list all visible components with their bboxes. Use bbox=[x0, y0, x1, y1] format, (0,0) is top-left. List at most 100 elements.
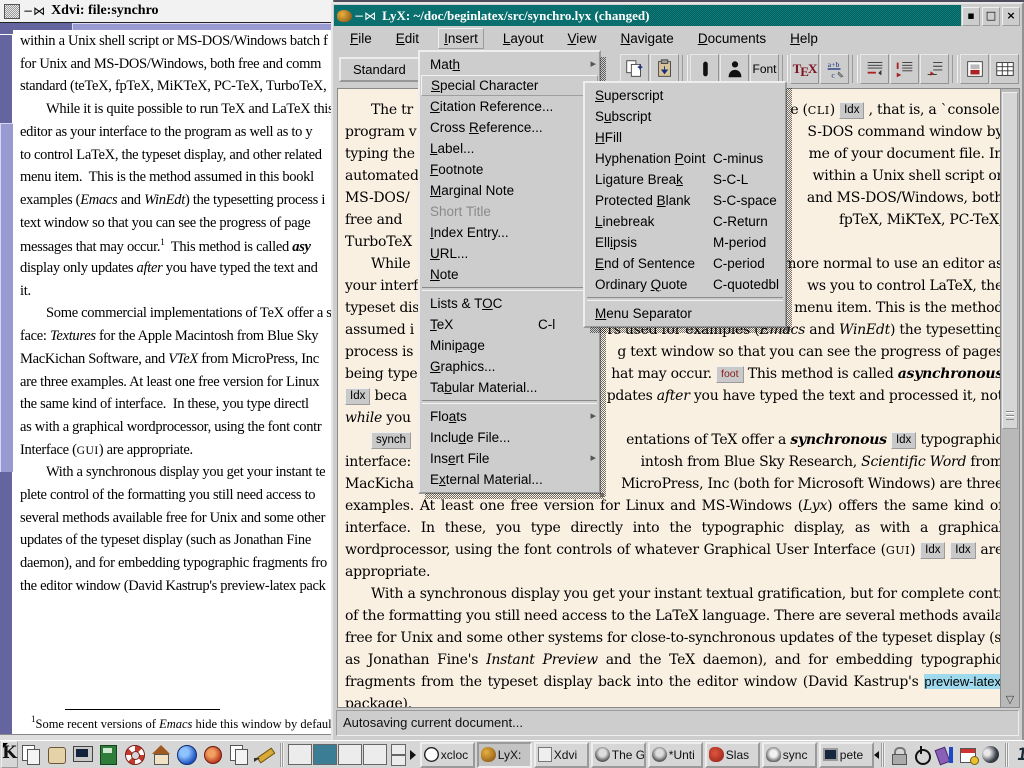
digital-clock[interactable]: 12:31 bbox=[1015, 745, 1024, 765]
display-icon[interactable] bbox=[71, 743, 95, 767]
task-button-slas[interactable]: Slas bbox=[705, 742, 760, 768]
task-button-unti[interactable]: *Unti bbox=[648, 742, 703, 768]
menu-item-ordinary-quote[interactable]: Ordinary QuoteC-quotedbl bbox=[585, 274, 785, 295]
menu-item-index-entry[interactable]: Index Entry... bbox=[420, 222, 599, 243]
pager-desktop-1[interactable] bbox=[288, 744, 312, 765]
pager-mini-cell[interactable] bbox=[391, 755, 406, 766]
inset-button-idx[interactable]: Idx bbox=[950, 542, 975, 559]
menubar-layout[interactable]: Layout bbox=[498, 29, 549, 48]
noun-icon[interactable] bbox=[720, 54, 749, 84]
task-scroll-left-arrow[interactable] bbox=[874, 744, 879, 766]
math-icon[interactable]: a+bc bbox=[820, 54, 849, 84]
menu-item-protected-blank[interactable]: Protected BlankS-C-space bbox=[585, 190, 785, 211]
gears-icon[interactable] bbox=[201, 743, 225, 767]
window-list-icon[interactable] bbox=[19, 743, 43, 767]
menu-item-math[interactable]: Math▸ bbox=[420, 54, 599, 75]
task-button-pete[interactable]: pete bbox=[819, 742, 874, 768]
menu-item-ligature-break[interactable]: Ligature BreakS-C-L bbox=[585, 169, 785, 190]
inset-button-idx[interactable]: Idx bbox=[345, 388, 370, 405]
layout-selector[interactable]: Standard bbox=[339, 57, 423, 82]
task-button-lyx[interactable]: LyX: bbox=[477, 742, 532, 768]
documents-icon[interactable] bbox=[227, 743, 251, 767]
menubar-view[interactable]: View bbox=[562, 29, 601, 48]
menubar-help[interactable]: Help bbox=[785, 29, 823, 48]
menu-item-subscript[interactable]: Subscript bbox=[585, 106, 785, 127]
pen-icon[interactable] bbox=[253, 743, 277, 767]
menu-item-hfill[interactable]: HFill bbox=[585, 127, 785, 148]
paste-icon[interactable] bbox=[650, 54, 679, 84]
menubar-edit[interactable]: Edit bbox=[391, 29, 424, 48]
menu-item-cross-reference[interactable]: Cross Reference... bbox=[420, 117, 599, 138]
xdvi-window-menu-icon[interactable]: −⋈ bbox=[23, 4, 45, 18]
emph-icon[interactable] bbox=[690, 54, 719, 84]
moon-icon[interactable] bbox=[981, 745, 1001, 765]
home-icon[interactable] bbox=[149, 743, 173, 767]
menu-item-tex[interactable]: TeXC-l bbox=[420, 314, 599, 335]
menu-item-linebreak[interactable]: LinebreakC-Return bbox=[585, 211, 785, 232]
help-icon[interactable] bbox=[123, 743, 147, 767]
menubar-navigate[interactable]: Navigate bbox=[615, 29, 678, 48]
task-button-xdvi[interactable]: Xdvi bbox=[534, 742, 589, 768]
depth-icon[interactable] bbox=[920, 54, 949, 84]
k-menu-button[interactable]: K bbox=[1, 741, 18, 768]
inset-button-synch[interactable]: synch bbox=[371, 432, 411, 449]
menubar-file[interactable]: File bbox=[345, 29, 377, 48]
pager-mini-cell[interactable] bbox=[391, 744, 406, 755]
menu-item-footnote[interactable]: Footnote bbox=[420, 159, 599, 180]
task-button-sync[interactable]: sync bbox=[762, 742, 817, 768]
scroll-down-icon[interactable]: ▽ bbox=[1001, 693, 1019, 706]
lyx-titlebar-caption[interactable]: −⋈ LyX: ~/doc/beginlatex/src/synchro.lyx… bbox=[334, 5, 961, 26]
xdvi-vertical-scrollbar-thumb[interactable] bbox=[0, 123, 13, 472]
menu-item-label[interactable]: Label... bbox=[420, 138, 599, 159]
menu-item-citation-reference[interactable]: Citation Reference... bbox=[420, 96, 599, 117]
task-button-xcloc[interactable]: xcloc bbox=[420, 742, 475, 768]
menu-item-marginal-note[interactable]: Marginal Note bbox=[420, 180, 599, 201]
font-icon[interactable]: Font bbox=[750, 54, 779, 84]
minimize-button[interactable]: ▪ bbox=[962, 7, 980, 26]
lock-icon[interactable] bbox=[889, 745, 909, 765]
menu-item-floats[interactable]: Floats▸ bbox=[420, 406, 599, 427]
close-button[interactable]: × bbox=[1002, 7, 1020, 26]
menu-item-minipage[interactable]: Minipage bbox=[420, 335, 599, 356]
inset-button-idx[interactable]: Idx bbox=[920, 542, 945, 559]
maximize-button[interactable]: □ bbox=[982, 7, 1000, 26]
menu-item-tabular-material[interactable]: Tabular Material... bbox=[420, 377, 599, 398]
xdvi-vertical-scrollbar[interactable] bbox=[0, 35, 12, 735]
panel-expand-icon[interactable] bbox=[410, 750, 416, 760]
power-icon[interactable] bbox=[912, 745, 932, 765]
lyx-titlebar[interactable]: −⋈ LyX: ~/doc/beginlatex/src/synchro.lyx… bbox=[334, 5, 1021, 26]
tex-icon[interactable]: TEX bbox=[790, 54, 819, 84]
package-icon[interactable] bbox=[97, 743, 121, 767]
browser-icon[interactable] bbox=[175, 743, 199, 767]
inset-button-idx[interactable]: Idx bbox=[891, 432, 916, 449]
menu-item-lists-toc[interactable]: Lists & TOC bbox=[420, 293, 599, 314]
xdvi-iconify-icon[interactable] bbox=[4, 4, 20, 19]
menu-item-superscript[interactable]: Superscript bbox=[585, 85, 785, 106]
inset-button-idx[interactable]: Idx bbox=[839, 102, 864, 119]
inset-button-foot[interactable]: foot bbox=[716, 366, 744, 383]
notes-icon[interactable] bbox=[45, 743, 69, 767]
menu-item-hyphenation-point[interactable]: Hyphenation PointC-minus bbox=[585, 148, 785, 169]
footnote-icon[interactable] bbox=[860, 54, 889, 84]
menu-item-note[interactable]: Note bbox=[420, 264, 599, 285]
menubar-insert[interactable]: Insert bbox=[438, 28, 484, 49]
marginnote-icon[interactable] bbox=[890, 54, 919, 84]
document-scrollbar-thumb[interactable] bbox=[1002, 92, 1018, 429]
klipper-icon[interactable] bbox=[935, 745, 955, 765]
pager-desktop-3[interactable] bbox=[338, 744, 362, 765]
menu-item-graphics[interactable]: Graphics... bbox=[420, 356, 599, 377]
document-scrollbar[interactable]: △ ▽ bbox=[1000, 88, 1020, 708]
pager-desktop-4[interactable] bbox=[363, 744, 387, 765]
menubar-documents[interactable]: Documents bbox=[693, 29, 771, 48]
figure-icon[interactable] bbox=[960, 54, 989, 84]
menu-item-special-character[interactable]: Special Character▸ bbox=[421, 75, 598, 96]
table-icon[interactable] bbox=[990, 54, 1019, 84]
organizer-icon[interactable] bbox=[958, 745, 978, 765]
lyx-window-menu-icon[interactable]: −⋈ bbox=[354, 9, 376, 23]
pager-desktop-2[interactable] bbox=[313, 744, 337, 765]
menu-item-end-of-sentence[interactable]: End of SentenceC-period bbox=[585, 253, 785, 274]
task-button-the-g[interactable]: The G bbox=[591, 742, 646, 768]
menu-item-url[interactable]: URL... bbox=[420, 243, 599, 264]
copy-icon[interactable] bbox=[620, 54, 649, 84]
menu-item-external-material[interactable]: External Material... bbox=[420, 469, 599, 490]
